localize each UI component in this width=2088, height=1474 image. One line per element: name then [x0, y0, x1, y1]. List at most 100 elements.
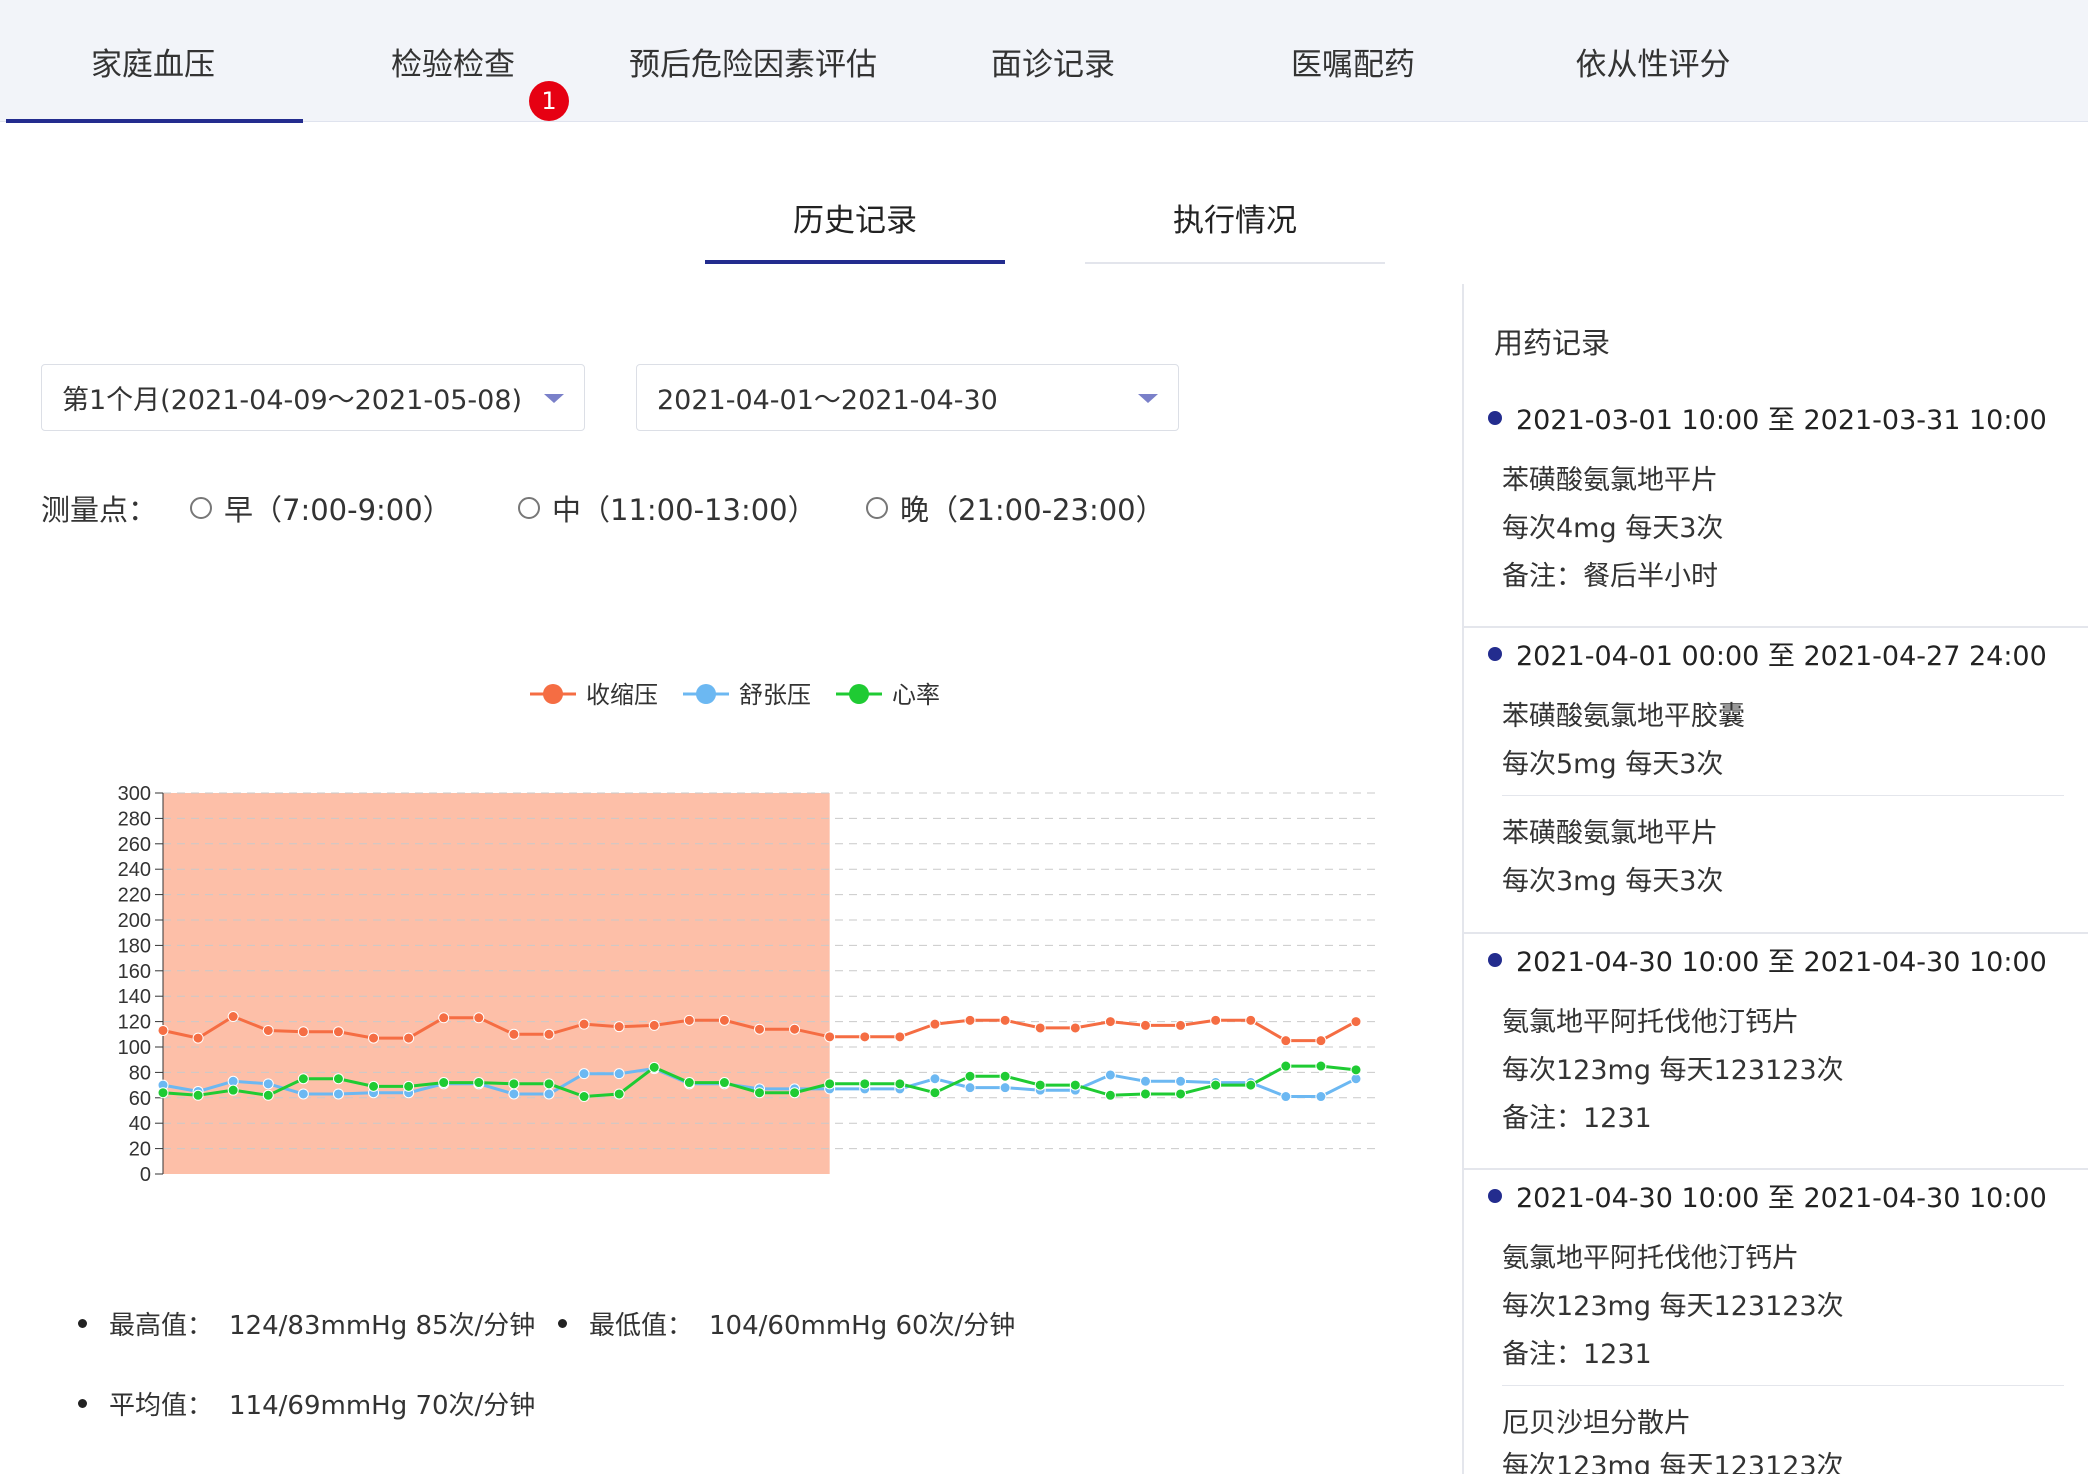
data-point: [1069, 1079, 1081, 1091]
y-tick-label: 260: [118, 834, 151, 856]
y-tick-label: 200: [118, 910, 151, 932]
radio-icon: [518, 497, 540, 519]
stat-avg: 平均值： 114/69mmHg 70次/分钟: [78, 1385, 535, 1422]
drug-dose: 每次4mg 每天3次: [1502, 513, 1724, 544]
date-range-select[interactable]: 2021-04-01～2021-04-30: [636, 364, 1179, 431]
data-point: [473, 1077, 485, 1089]
data-point: [297, 1026, 309, 1038]
y-tick-label: 300: [118, 783, 151, 805]
data-point: [578, 1091, 590, 1103]
data-point: [1104, 1069, 1116, 1081]
data-point: [262, 1078, 274, 1090]
medication-title: 用药记录: [1494, 326, 1611, 360]
radio-morning[interactable]: 早（7:00-9:00）: [190, 487, 452, 529]
data-point: [683, 1077, 695, 1089]
data-point: [999, 1014, 1011, 1026]
data-point: [859, 1078, 871, 1090]
data-point: [648, 1061, 660, 1073]
data-point: [1139, 1075, 1151, 1087]
legend-label: 收缩压: [586, 682, 658, 709]
medication-panel: 用药记录 2021-03-01 10:00 至 2021-03-31 10:00…: [1462, 284, 2088, 1474]
y-tick-label: 100: [118, 1037, 151, 1059]
data-point: [894, 1031, 906, 1043]
data-point: [754, 1023, 765, 1035]
tab-execution[interactable]: 执行情况: [1085, 170, 1385, 264]
y-tick-label: 80: [129, 1062, 151, 1084]
stat-label: 平均值：: [109, 1391, 214, 1421]
stat-label: 最高值：: [109, 1311, 214, 1341]
data-point: [297, 1088, 309, 1100]
radio-icon: [190, 497, 212, 519]
data-point: [964, 1070, 976, 1082]
tab-label: 执行情况: [1173, 202, 1297, 239]
drug-name: 苯磺酸氨氯地平片: [1502, 818, 1718, 849]
data-point: [403, 1032, 415, 1044]
bullet-icon: [558, 1319, 567, 1328]
data-point: [718, 1077, 730, 1089]
legend-marker: [696, 684, 716, 704]
data-point: [718, 1014, 730, 1026]
tab-home-bp[interactable]: 家庭血压: [3, 0, 303, 123]
data-point: [1245, 1079, 1257, 1091]
data-point: [929, 1087, 941, 1099]
tab-risk-assessment[interactable]: 预后危险因素评估: [603, 0, 903, 122]
drug-note: 备注：1231: [1502, 1103, 1652, 1134]
period-text: 2021-04-30 10:00 至 2021-04-30 10:00: [1516, 947, 2047, 978]
radio-label: 早（7:00-9:00）: [224, 493, 452, 527]
period-text: 2021-04-30 10:00 至 2021-04-30 10:00: [1516, 1183, 2047, 1214]
data-point: [1069, 1022, 1081, 1034]
data-point: [508, 1028, 520, 1040]
y-tick-label: 140: [118, 986, 151, 1008]
tab-history[interactable]: 历史记录: [705, 170, 1005, 264]
drug-name: 厄贝沙坦分散片: [1502, 1408, 1691, 1439]
tab-label: 依从性评分: [1575, 46, 1731, 83]
data-point: [648, 1019, 660, 1031]
y-tick-label: 280: [118, 808, 151, 830]
divider: [1464, 932, 2088, 934]
period-text: 2021-03-01 10:00 至 2021-03-31 10:00: [1516, 405, 2047, 436]
data-point: [332, 1073, 344, 1085]
data-point: [1210, 1079, 1222, 1091]
tab-label: 家庭血压: [91, 46, 215, 83]
tab-prescriptions[interactable]: 医嘱配药: [1203, 0, 1503, 122]
data-point: [1350, 1016, 1362, 1028]
data-point: [824, 1078, 836, 1090]
data-point: [789, 1023, 801, 1035]
highlight-band: [163, 793, 830, 1174]
month-select-value: 第1个月(2021-04-09～2021-05-08): [62, 385, 523, 416]
data-point: [157, 1024, 169, 1036]
radio-evening[interactable]: 晚（21:00-23:00）: [866, 487, 1165, 529]
tab-compliance-score[interactable]: 依从性评分: [1503, 0, 1803, 122]
stat-max: 最高值： 124/83mmHg 85次/分钟: [78, 1305, 535, 1342]
data-point: [332, 1088, 344, 1100]
bullet-icon: [1488, 952, 1502, 967]
legend-marker: [849, 684, 869, 704]
y-tick-label: 40: [129, 1113, 151, 1135]
tab-label: 面诊记录: [991, 46, 1115, 83]
data-point: [1315, 1060, 1327, 1072]
data-point: [438, 1012, 450, 1024]
legend-label: 心率: [892, 682, 940, 709]
data-point: [368, 1080, 380, 1092]
data-point: [1175, 1088, 1187, 1100]
data-point: [192, 1089, 204, 1101]
data-point: [789, 1087, 801, 1099]
data-point: [1175, 1019, 1187, 1031]
top-tab-bar: 家庭血压 检验检查 预后危险因素评估 面诊记录 医嘱配药 依从性评分 1: [0, 0, 2088, 123]
medication-period: 2021-04-01 00:00 至 2021-04-27 24:00: [1488, 634, 2047, 673]
divider: [1464, 626, 2088, 628]
data-point: [1315, 1091, 1327, 1103]
divider: [1502, 1385, 2064, 1386]
tab-visit-records[interactable]: 面诊记录: [903, 0, 1203, 122]
data-point: [508, 1078, 520, 1090]
chevron-down-icon: [544, 394, 564, 403]
data-point: [613, 1088, 625, 1100]
radio-noon[interactable]: 中（11:00-13:00）: [518, 487, 817, 529]
data-point: [227, 1011, 239, 1023]
data-point: [403, 1080, 415, 1092]
data-point: [543, 1078, 555, 1090]
data-point: [1280, 1035, 1292, 1047]
y-tick-label: 20: [129, 1139, 151, 1161]
month-select[interactable]: 第1个月(2021-04-09～2021-05-08): [41, 364, 585, 431]
tab-label: 医嘱配药: [1291, 46, 1415, 83]
